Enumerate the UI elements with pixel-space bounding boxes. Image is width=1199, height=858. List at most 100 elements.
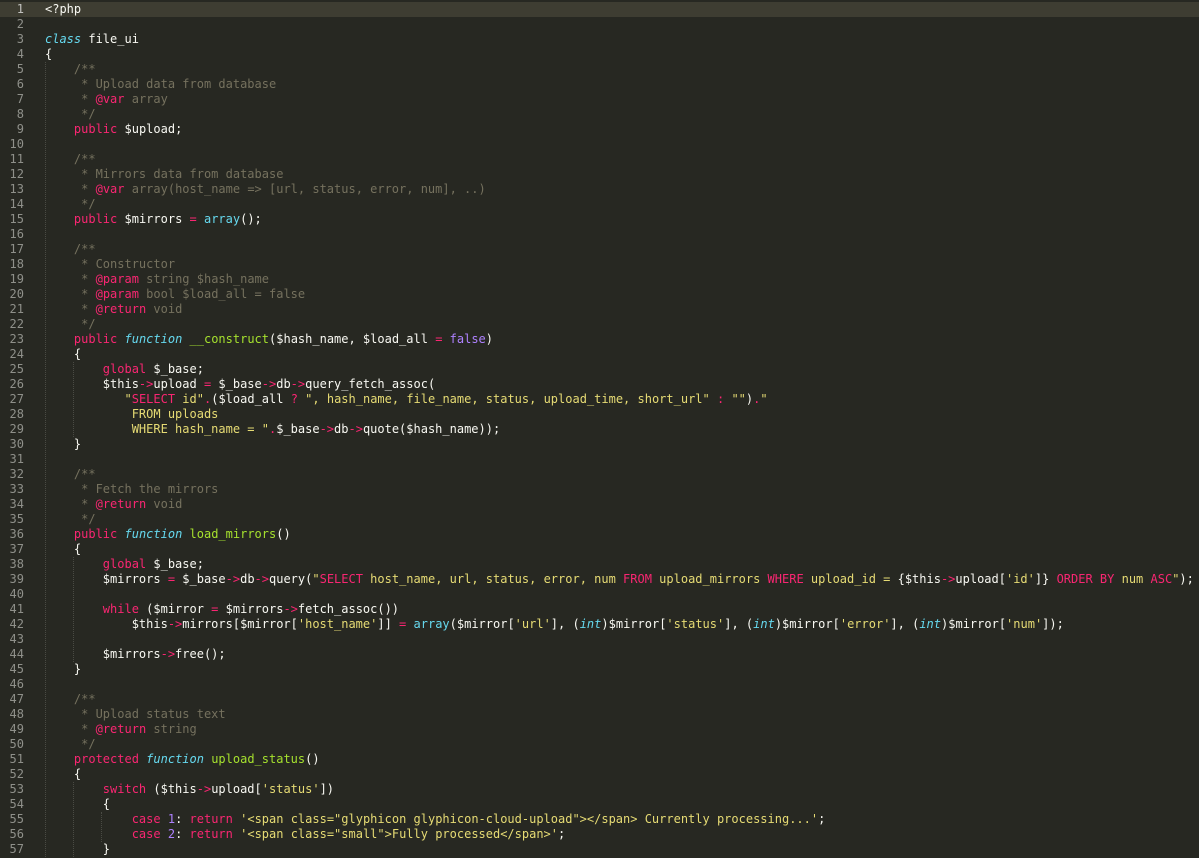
line-number: 23	[9, 332, 24, 346]
code-line[interactable]: 39 $mirrors = $_base->db->query("SELECT …	[0, 572, 1199, 587]
code-line[interactable]: 34 * @return void	[0, 497, 1199, 512]
code-text: FROM uploads	[45, 407, 219, 422]
code-line[interactable]: 12 * Mirrors data from database	[0, 167, 1199, 182]
code-line[interactable]: 24 {	[0, 347, 1199, 362]
code-token: *	[73, 287, 96, 301]
line-number: 10	[9, 137, 24, 151]
code-line[interactable]: 41 while ($mirror = $mirrors->fetch_asso…	[0, 602, 1199, 617]
code-token: '<span class="small">Fully processed</sp…	[240, 827, 559, 841]
code-text: }	[45, 662, 81, 677]
code-text: public function load_mirrors()	[45, 527, 291, 542]
code-line[interactable]: 14 */	[0, 197, 1199, 212]
code-line[interactable]: 42 $this->mirrors[$mirror['host_name']] …	[0, 617, 1199, 632]
code-text: class file_ui	[45, 32, 139, 47]
code-line[interactable]: 22 */	[0, 317, 1199, 332]
code-area[interactable]: 1 <?php 2 3 class file_ui 4{5 /** 6 * Upload d…	[0, 0, 1199, 858]
code-line[interactable]: 46	[0, 677, 1199, 692]
code-line[interactable]: 38 global $_base;	[0, 557, 1199, 572]
code-token: function	[146, 752, 204, 766]
code-line[interactable]: 48 * Upload status text	[0, 707, 1199, 722]
code-token: free();	[175, 647, 226, 661]
code-line[interactable]: 27 "SELECT id".($load_all ? ", hash_name…	[0, 392, 1199, 407]
code-line[interactable]: 1 <?php	[0, 2, 1199, 17]
code-line[interactable]: 21 * @return void	[0, 302, 1199, 317]
code-line[interactable]: 3 class file_ui	[0, 32, 1199, 47]
code-text: $mirrors = $_base->db->query("SELECT hos…	[45, 572, 1194, 587]
code-line[interactable]: 28 FROM uploads	[0, 407, 1199, 422]
code-token: :	[175, 827, 190, 841]
code-line[interactable]: 17 /**	[0, 242, 1199, 257]
code-line[interactable]: 8 */	[0, 107, 1199, 122]
code-editor[interactable]: 1 <?php 2 3 class file_ui 4{5 /** 6 * Upload d…	[0, 0, 1199, 858]
code-line[interactable]: 54 {	[0, 797, 1199, 812]
code-line[interactable]: 25 global $_base;	[0, 362, 1199, 377]
code-line[interactable]: 43	[0, 632, 1199, 647]
code-line[interactable]: 40	[0, 587, 1199, 602]
code-line[interactable]: 16	[0, 227, 1199, 242]
code-text: * Mirrors data from database	[45, 167, 283, 182]
code-token: }	[45, 842, 111, 856]
code-line[interactable]: 37 {	[0, 542, 1199, 557]
code-token: ])	[319, 782, 335, 796]
code-line[interactable]: 29 WHERE hash_name = ".$_base->db->quote…	[0, 422, 1199, 437]
code-line[interactable]: 32 /**	[0, 467, 1199, 482]
line-number: 55	[9, 812, 24, 826]
code-token: 'url'	[514, 617, 551, 631]
code-token: upload_status	[211, 752, 306, 766]
code-line[interactable]: 45 }	[0, 662, 1199, 677]
line-number: 52	[9, 767, 24, 781]
code-line[interactable]: 56 case 2: return '<span class="small">F…	[0, 827, 1199, 842]
code-line[interactable]: 10	[0, 137, 1199, 152]
code-line[interactable]: 6 * Upload data from database	[0, 77, 1199, 92]
code-token: array	[413, 617, 450, 631]
code-line[interactable]: 5 /**	[0, 62, 1199, 77]
code-token: ->	[225, 572, 241, 586]
code-line[interactable]: 49 * @return string	[0, 722, 1199, 737]
code-token: /**	[73, 692, 96, 706]
code-line[interactable]: 19 * @param string $hash_name	[0, 272, 1199, 287]
code-line[interactable]: 51 protected function upload_status()	[0, 752, 1199, 767]
code-line[interactable]: 53 switch ($this->upload['status'])	[0, 782, 1199, 797]
code-token: ()	[276, 527, 291, 541]
line-number: 21	[9, 302, 24, 316]
code-token: *	[73, 92, 96, 106]
code-line[interactable]: 36 public function load_mirrors()	[0, 527, 1199, 542]
code-token: );	[1179, 572, 1194, 586]
code-line[interactable]: 50 */	[0, 737, 1199, 752]
code-line[interactable]: 33 * Fetch the mirrors	[0, 482, 1199, 497]
line-number: 53	[9, 782, 24, 796]
code-token: $_base	[211, 377, 262, 391]
code-line[interactable]: 9 public $upload;	[0, 122, 1199, 137]
code-token: @return	[95, 497, 147, 511]
code-line[interactable]: 23 public function __construct($hash_nam…	[0, 332, 1199, 347]
code-line[interactable]: 57 }	[0, 842, 1199, 857]
code-line[interactable]: 13 * @var array(host_name => [url, statu…	[0, 182, 1199, 197]
code-line[interactable]: 47 /**	[0, 692, 1199, 707]
code-line[interactable]: 52 {	[0, 767, 1199, 782]
code-line[interactable]: 55 case 1: return '<span class="glyphico…	[0, 812, 1199, 827]
code-line[interactable]: 11 /**	[0, 152, 1199, 167]
code-line[interactable]: 26 $this->upload = $_base->db->query_fet…	[0, 377, 1199, 392]
code-line[interactable]: 4{	[0, 47, 1199, 62]
code-token: db	[276, 377, 291, 391]
code-token: quote($hash_name));	[362, 422, 501, 436]
code-line[interactable]: 30 }	[0, 437, 1199, 452]
code-line[interactable]: 7 * @var array	[0, 92, 1199, 107]
line-number: 31	[9, 452, 24, 466]
code-line[interactable]: 2	[0, 17, 1199, 32]
code-token: 'num'	[1006, 617, 1043, 631]
code-line[interactable]: 31	[0, 452, 1199, 467]
code-line[interactable]: 20 * @param bool $load_all = false	[0, 287, 1199, 302]
code-token: $_base;	[146, 362, 204, 376]
code-line[interactable]: 44 $mirrors->free();	[0, 647, 1199, 662]
indent-guide	[101, 812, 102, 842]
code-line[interactable]: 35 */	[0, 512, 1199, 527]
code-line[interactable]: 18 * Constructor	[0, 257, 1199, 272]
code-line[interactable]: 15 public $mirrors = array();	[0, 212, 1199, 227]
